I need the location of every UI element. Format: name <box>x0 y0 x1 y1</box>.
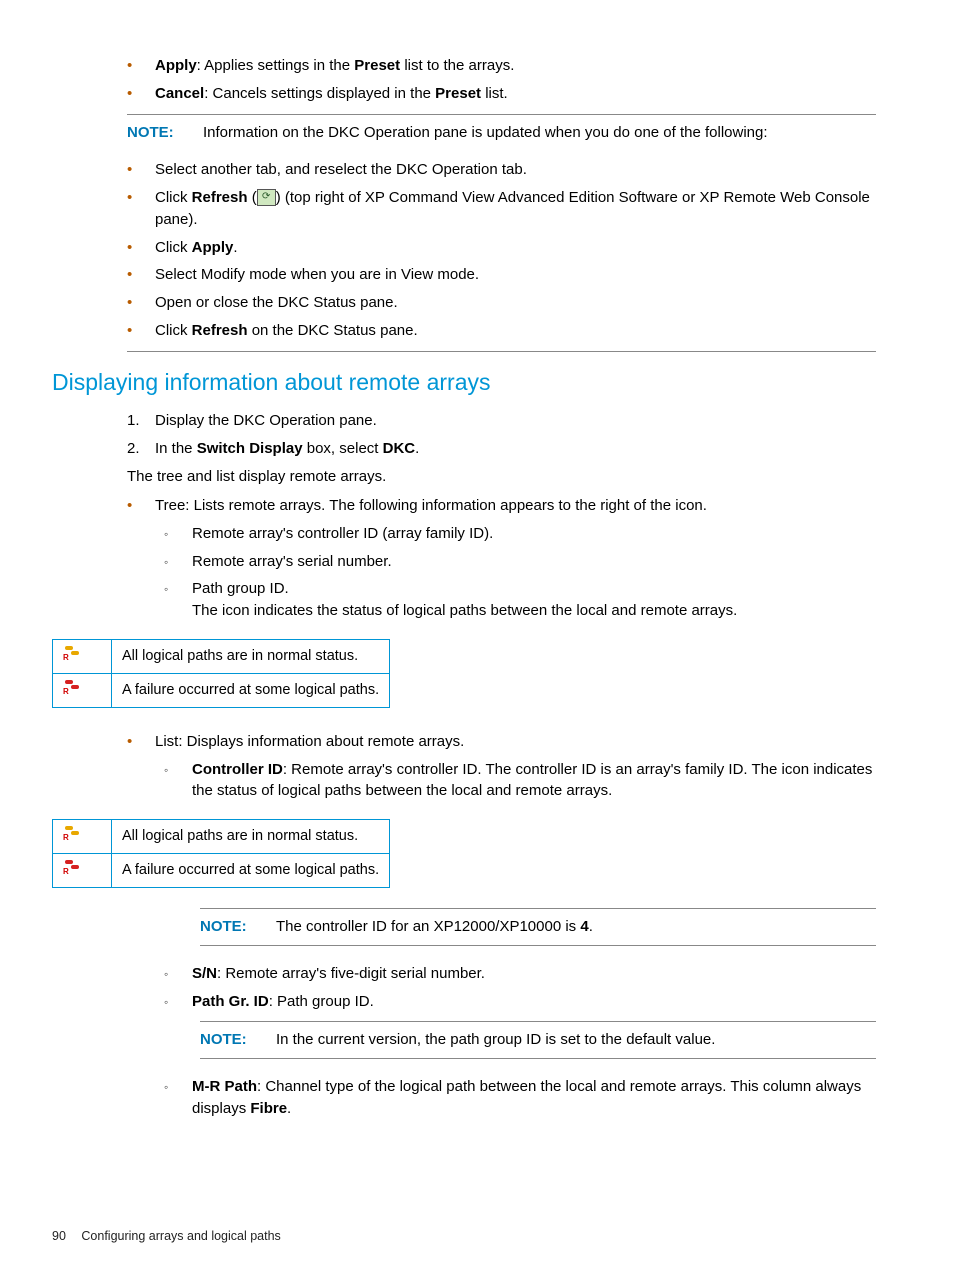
list-list: • List: Displays information about remot… <box>127 728 876 756</box>
list-item: • Click Refresh (⟳) (top right of XP Com… <box>127 184 876 234</box>
bullet-text: Click Apply. <box>155 237 876 259</box>
bullet-text: Cancel: Cancels settings displayed in th… <box>155 83 876 105</box>
page-footer: 90 Configuring arrays and logical paths <box>52 1227 281 1245</box>
bullet-icon: • <box>127 292 155 314</box>
note-label: NOTE: <box>127 122 203 144</box>
note-label: NOTE: <box>200 916 276 938</box>
list-item: • Open or close the DKC Status pane. <box>127 289 876 317</box>
step-number: 1. <box>127 410 155 432</box>
bullet-icon: • <box>127 320 155 342</box>
bullet-icon: • <box>127 495 155 517</box>
bullet-text: Path Gr. ID: Path group ID. <box>192 991 876 1013</box>
status-icon-cell: R <box>53 820 112 854</box>
bullet-icon: • <box>127 83 155 105</box>
list-item: • Click Refresh on the DKC Status pane. <box>127 317 876 345</box>
circle-bullet-icon: ◦ <box>164 551 192 573</box>
bullet-icon: • <box>127 237 155 259</box>
bullet-text: Click Refresh (⟳) (top right of XP Comma… <box>155 187 876 231</box>
footer-title: Configuring arrays and logical paths <box>81 1229 280 1243</box>
list-item: • Apply: Applies settings in the Preset … <box>127 52 876 80</box>
circle-bullet-icon: ◦ <box>164 759 192 803</box>
list-item: ◦ Path group ID. The icon indicates the … <box>164 575 876 625</box>
list-item: ◦ Remote array's controller ID (array fa… <box>164 520 876 548</box>
circle-bullet-icon: ◦ <box>164 1076 192 1120</box>
circle-bullet-icon: ◦ <box>164 963 192 985</box>
list-item: ◦ S/N: Remote array's five-digit serial … <box>164 960 876 988</box>
status-text-cell: A failure occurred at some logical paths… <box>112 673 390 707</box>
status-table: R All logical paths are in normal status… <box>52 639 390 708</box>
bullet-icon: • <box>127 187 155 231</box>
bullet-text: Remote array's serial number. <box>192 551 876 573</box>
tree-list: • Tree: Lists remote arrays. The followi… <box>127 492 876 520</box>
bullet-text: Tree: Lists remote arrays. The following… <box>155 495 876 517</box>
step-text: Display the DKC Operation pane. <box>155 410 876 432</box>
note-text: In the current version, the path group I… <box>276 1029 876 1051</box>
tree-sub-list: ◦ Remote array's controller ID (array fa… <box>164 520 876 625</box>
list-item: • Select Modify mode when you are in Vie… <box>127 261 876 289</box>
bullet-text: S/N: Remote array's five-digit serial nu… <box>192 963 876 985</box>
status-text-cell: All logical paths are in normal status. <box>112 820 390 854</box>
list-item: 1. Display the DKC Operation pane. <box>127 407 876 435</box>
list-sub-list: ◦ Controller ID: Remote array's controll… <box>164 756 876 806</box>
bullet-icon: • <box>127 264 155 286</box>
step-text: In the Switch Display box, select DKC. <box>155 438 876 460</box>
note-block: NOTE: Information on the DKC Operation p… <box>127 114 876 151</box>
bullet-text: Click Refresh on the DKC Status pane. <box>155 320 876 342</box>
path-failure-icon: R <box>63 680 81 694</box>
status-icon-cell: R <box>53 639 112 673</box>
note-label: NOTE: <box>200 1029 276 1051</box>
bullet-icon: • <box>127 55 155 77</box>
note-text: The controller ID for an XP12000/XP10000… <box>276 916 876 938</box>
note-bullet-list: • Select another tab, and reselect the D… <box>127 156 876 351</box>
list-sub-list: ◦ M-R Path: Channel type of the logical … <box>164 1073 876 1123</box>
list-item: ◦ M-R Path: Channel type of the logical … <box>164 1073 876 1123</box>
step-number: 2. <box>127 438 155 460</box>
status-text-cell: All logical paths are in normal status. <box>112 639 390 673</box>
bullet-text: Open or close the DKC Status pane. <box>155 292 876 314</box>
note-block: NOTE: The controller ID for an XP12000/X… <box>200 908 876 946</box>
refresh-icon: ⟳ <box>257 189 276 206</box>
circle-bullet-icon: ◦ <box>164 578 192 622</box>
list-item: ◦ Controller ID: Remote array's controll… <box>164 756 876 806</box>
note-block: NOTE: In the current version, the path g… <box>200 1021 876 1059</box>
bullet-text: Path group ID. The icon indicates the st… <box>192 578 876 622</box>
bullet-text: Controller ID: Remote array's controller… <box>192 759 876 803</box>
note-text: Information on the DKC Operation pane is… <box>203 122 876 144</box>
list-item: • Cancel: Cancels settings displayed in … <box>127 80 876 108</box>
bullet-icon: • <box>127 159 155 181</box>
list-item: • Tree: Lists remote arrays. The followi… <box>127 492 876 520</box>
list-item: ◦ Path Gr. ID: Path group ID. <box>164 988 876 1016</box>
list-item: 2. In the Switch Display box, select DKC… <box>127 435 876 463</box>
table-row: R A failure occurred at some logical pat… <box>53 673 390 707</box>
bullet-icon: • <box>127 731 155 753</box>
path-normal-icon: R <box>63 646 81 660</box>
bullet-text: Apply: Applies settings in the Preset li… <box>155 55 876 77</box>
page-number: 90 <box>52 1229 66 1243</box>
ordered-steps: 1. Display the DKC Operation pane. 2. In… <box>127 407 876 463</box>
list-sub-list: ◦ S/N: Remote array's five-digit serial … <box>164 960 876 1016</box>
circle-bullet-icon: ◦ <box>164 523 192 545</box>
bullet-text: Select Modify mode when you are in View … <box>155 264 876 286</box>
table-row: R All logical paths are in normal status… <box>53 820 390 854</box>
status-icon-cell: R <box>53 673 112 707</box>
paragraph: The tree and list display remote arrays. <box>127 462 876 492</box>
table-row: R All logical paths are in normal status… <box>53 639 390 673</box>
top-bullet-list: • Apply: Applies settings in the Preset … <box>127 52 876 108</box>
list-item: • Select another tab, and reselect the D… <box>127 156 876 184</box>
list-item: • Click Apply. <box>127 234 876 262</box>
list-item: ◦ Remote array's serial number. <box>164 548 876 576</box>
circle-bullet-icon: ◦ <box>164 991 192 1013</box>
path-failure-icon: R <box>63 860 81 874</box>
path-normal-icon: R <box>63 826 81 840</box>
status-icon-cell: R <box>53 854 112 888</box>
bullet-text: M-R Path: Channel type of the logical pa… <box>192 1076 876 1120</box>
bullet-text: List: Displays information about remote … <box>155 731 876 753</box>
list-item: • List: Displays information about remot… <box>127 728 876 756</box>
section-heading: Displaying information about remote arra… <box>52 366 876 399</box>
status-table: R All logical paths are in normal status… <box>52 819 390 888</box>
status-text-cell: A failure occurred at some logical paths… <box>112 854 390 888</box>
bullet-text: Select another tab, and reselect the DKC… <box>155 159 876 181</box>
bullet-text: Remote array's controller ID (array fami… <box>192 523 876 545</box>
table-row: R A failure occurred at some logical pat… <box>53 854 390 888</box>
